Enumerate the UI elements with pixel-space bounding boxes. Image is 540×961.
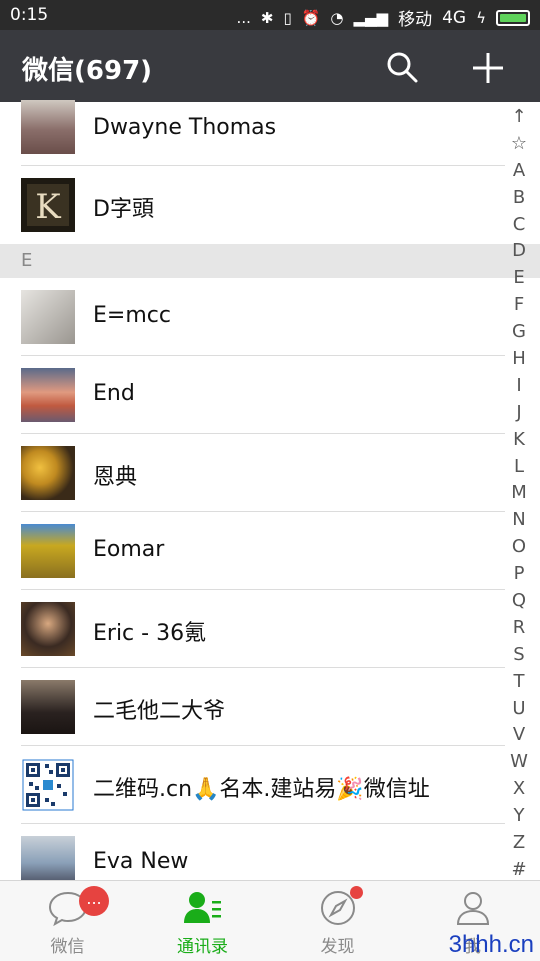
wifi-icon: ◔ (330, 8, 344, 27)
new-dot-badge (350, 886, 363, 899)
avatar (21, 758, 75, 812)
contact-row[interactable]: Eric - 36氪 (0, 590, 505, 668)
index-letter[interactable]: L (506, 454, 532, 481)
tab-chats[interactable]: ... 微信 (0, 881, 135, 961)
contact-row[interactable]: 二维码.cn🙏名本.建站易🎉微信址 (0, 746, 505, 824)
index-letter[interactable]: B (506, 185, 532, 212)
index-letter[interactable]: Q (506, 588, 532, 615)
watermark: 3hhh.cn (448, 931, 534, 958)
index-letter[interactable]: D (506, 238, 532, 265)
contact-row[interactable]: 二毛他二大爷 (0, 668, 505, 746)
contact-name: 恩典 (93, 465, 138, 490)
index-letter[interactable]: V (506, 722, 532, 749)
charging-icon: ϟ (476, 8, 486, 27)
more-dots-icon: ... (236, 8, 251, 27)
contact-name: Eric - 36氪 (93, 621, 207, 646)
search-icon[interactable] (385, 50, 419, 84)
contact-list: Dwayne Thomas K D字頭 E E=mcc End 恩典 Eomar… (0, 100, 540, 902)
status-bar: 0:15 ... ✱ ▯ ⏰ ◔ ▂▄▆ 移动 4G ϟ (0, 0, 540, 30)
index-letter[interactable]: U (506, 696, 532, 723)
tab-label: 微信 (50, 937, 85, 957)
tab-discover[interactable]: 发现 (270, 881, 405, 961)
contact-row[interactable]: End (0, 356, 505, 434)
index-letter[interactable]: H (506, 346, 532, 373)
person-icon (456, 892, 489, 925)
contact-row[interactable]: Dwayne Thomas (0, 100, 505, 166)
bluetooth-icon: ✱ (260, 8, 274, 27)
index-letter[interactable]: Z (506, 830, 532, 857)
contact-name: Dwayne Thomas (93, 115, 277, 140)
add-icon[interactable] (470, 50, 506, 86)
index-letter[interactable]: A (506, 158, 532, 185)
index-letter[interactable]: M (506, 480, 532, 507)
index-letter[interactable]: S (506, 642, 532, 669)
contact-name: 二维码.cn🙏名本.建站易🎉微信址 (93, 777, 430, 802)
vibrate-icon: ▯ (283, 8, 292, 27)
index-letter[interactable]: R (506, 615, 532, 642)
contact-name: E=mcc (93, 303, 171, 328)
svg-text:K: K (35, 187, 61, 227)
index-letter[interactable]: F (506, 292, 532, 319)
avatar (21, 290, 75, 344)
alphabet-index[interactable]: ↑ ☆ A B C D E F G H I J K L M N O P Q R S T U V W X Y Z # (506, 104, 532, 884)
bottom-tab-bar: ... 微信 通讯录 发现 我 3hhh.cn (0, 880, 540, 961)
contact-row[interactable]: 恩典 (0, 434, 505, 512)
tab-contacts[interactable]: 通讯录 (135, 881, 270, 961)
signal-icon: ▂▄▆ (353, 8, 389, 27)
status-time: 0:15 (10, 5, 49, 25)
page-title: 微信(697) (22, 56, 153, 86)
unread-badge: ... (79, 886, 109, 916)
avatar (21, 524, 75, 578)
contact-row[interactable]: K D字頭 (0, 166, 505, 244)
avatar (21, 100, 75, 154)
section-header: E (0, 244, 540, 278)
contact-row[interactable]: Eomar (0, 512, 505, 590)
app-header: 微信(697) (0, 30, 540, 102)
letter-k-icon: K (27, 184, 69, 227)
avatar (21, 446, 75, 500)
contact-name: D字頭 (93, 197, 154, 222)
index-letter[interactable]: E (506, 265, 532, 292)
index-letter[interactable]: T (506, 669, 532, 696)
index-letter[interactable]: Y (506, 803, 532, 830)
avatar (21, 602, 75, 656)
qr-code-icon (22, 759, 74, 811)
contact-name: End (93, 381, 135, 406)
tab-label: 发现 (320, 937, 355, 957)
index-letter[interactable]: P (506, 561, 532, 588)
index-letter[interactable]: ☆ (506, 131, 532, 158)
avatar (21, 368, 75, 422)
battery-icon (496, 9, 530, 26)
index-letter[interactable]: K (506, 427, 532, 454)
avatar: K (21, 178, 75, 232)
index-letter[interactable]: ↑ (506, 104, 532, 131)
contact-name: 二毛他二大爷 (93, 699, 226, 724)
index-letter[interactable]: C (506, 212, 532, 239)
index-letter[interactable]: X (506, 776, 532, 803)
contact-name: Eomar (93, 537, 165, 562)
index-letter[interactable]: G (506, 319, 532, 346)
contact-name: Eva New (93, 849, 189, 874)
tab-label: 通讯录 (177, 937, 228, 957)
contact-row[interactable]: E=mcc (0, 278, 505, 356)
index-letter[interactable]: W (506, 749, 532, 776)
avatar (21, 680, 75, 734)
alarm-icon: ⏰ (301, 8, 321, 27)
status-icons: ... ✱ ▯ ⏰ ◔ ▂▄▆ 移动 4G ϟ (237, 5, 530, 30)
index-letter[interactable]: O (506, 534, 532, 561)
contacts-icon (183, 892, 221, 923)
index-letter[interactable]: J (506, 400, 532, 427)
network-label: 4G (442, 7, 467, 28)
carrier-label: 移动 (398, 10, 433, 30)
index-letter[interactable]: N (506, 507, 532, 534)
index-letter[interactable]: I (506, 373, 532, 400)
